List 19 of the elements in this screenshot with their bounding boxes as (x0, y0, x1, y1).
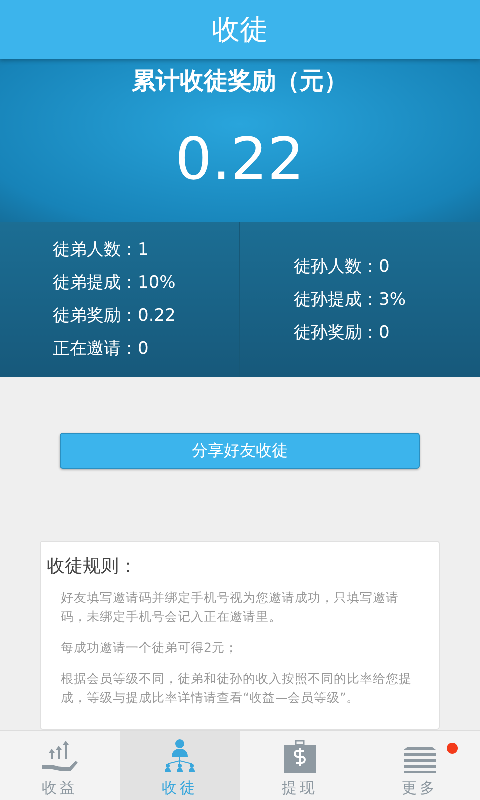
stat-text: 正在邀请：0 (53, 338, 150, 360)
stat-text: 徒孙人数：0 (294, 256, 391, 278)
page-title: 收徒 (212, 12, 268, 48)
share-button[interactable]: 分享好友收徒 (60, 433, 420, 470)
stat-text: 徒弟人数：1 (53, 239, 150, 262)
stat-text: 徒弟奖励：0.22 (53, 305, 177, 328)
rules-paragraph: 根据会员等级不同，徒弟和徒孙的收入按照不同的比率给您提成，等级与提成比率详情请查看“收益—会员等级”。 (61, 670, 413, 708)
nav-tab[interactable]: 收徒 (120, 731, 240, 800)
rules-paragraph: 每成功邀请一个徒弟可得2元； (61, 639, 239, 658)
nav-tab[interactable]: 更多 (360, 731, 480, 800)
stat-text: 徒孙奖励：0 (294, 322, 391, 344)
rules-paragraph: 好友填写邀请码并绑定手机号视为您邀请成功，只填写邀请码，未绑定手机号会记入正在邀请里。 (61, 589, 400, 626)
summary-label: 累计收徒奖励（元） (132, 66, 348, 98)
nav-tab[interactable]: 提现 (240, 731, 360, 800)
nav-tab[interactable]: 收益 (0, 731, 120, 800)
summary-amount: 0.22 (175, 125, 305, 194)
rules-title: 收徒规则： (47, 555, 138, 578)
stat-text: 徒弟提成：10% (53, 272, 177, 294)
stat-text: 徒孙提成：3% (294, 288, 407, 311)
